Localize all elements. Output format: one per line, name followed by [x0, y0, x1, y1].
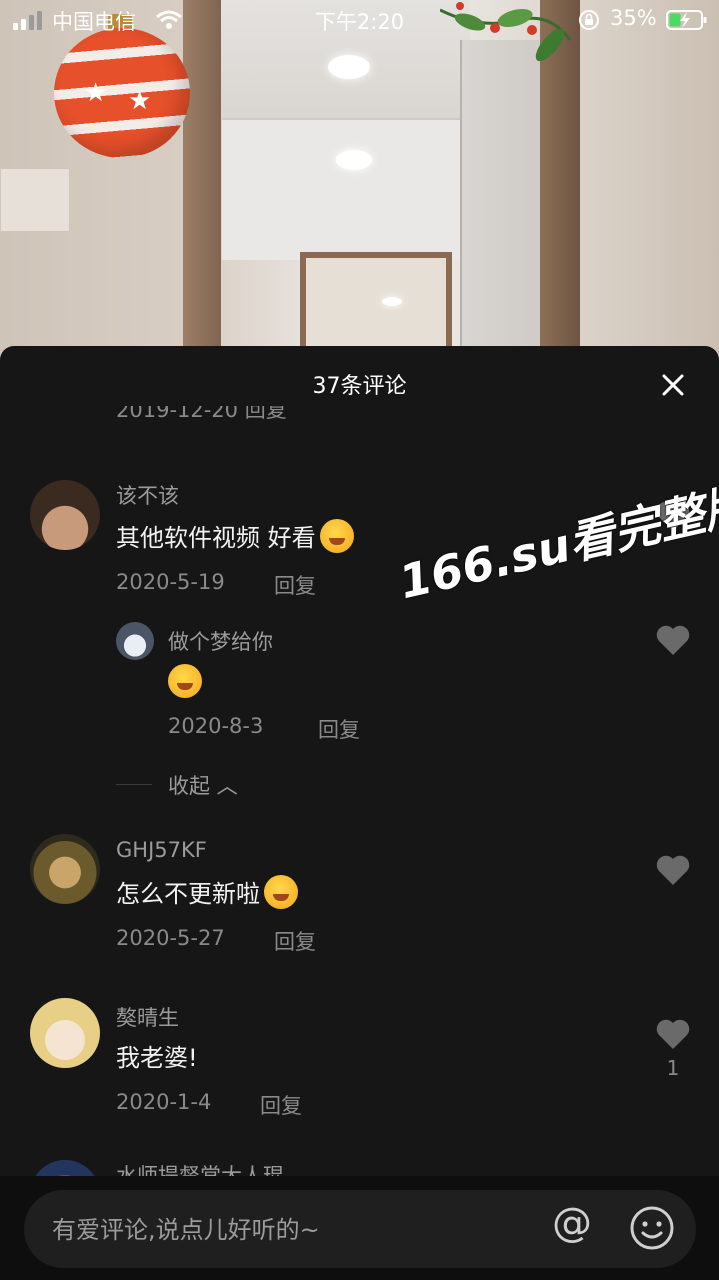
close-icon[interactable]: [656, 368, 690, 402]
heart-icon[interactable]: [655, 624, 691, 656]
collapse-replies-button[interactable]: 收起 ︿: [168, 770, 238, 800]
reply-text: [168, 664, 202, 698]
status-bar: 中国电信 下午2:20 35%: [0, 0, 719, 40]
corridor-light: [382, 297, 402, 306]
previous-comment-meta: 2019-12-20 回复: [116, 406, 287, 422]
comment-date: 2020-5-27: [116, 926, 225, 950]
avatar[interactable]: [116, 622, 154, 660]
at-icon[interactable]: @: [552, 1200, 592, 1246]
avatar[interactable]: [30, 834, 100, 904]
wall-poster: [0, 168, 70, 232]
comment-text: 其他软件视频 好看: [116, 518, 354, 553]
comments-sheet: 37条评论 2019-12-20 回复 该不该 其他软件视频 好看 2020-5…: [0, 346, 719, 1280]
comment-date: 2020-5-19: [116, 570, 225, 594]
christmas-ornament-sticker: ★ ★: [54, 28, 190, 158]
chevron-up-icon: ︿: [210, 774, 238, 798]
reply-button[interactable]: 回复: [274, 570, 316, 600]
collapse-divider: [116, 784, 152, 785]
heart-icon[interactable]: [655, 854, 691, 886]
avatar[interactable]: [30, 998, 100, 1068]
ceiling-lamp: [336, 150, 372, 170]
glass-partition: [460, 40, 542, 360]
comment-text: 我老婆!: [116, 1044, 198, 1072]
reply-button[interactable]: 回复: [318, 714, 360, 744]
battery-percent: 35%: [610, 6, 657, 30]
star-icon: ★: [84, 78, 108, 108]
comment-count-title: 37条评论: [312, 374, 407, 399]
heart-icon[interactable]: [655, 1018, 691, 1050]
star-icon: ★: [128, 86, 152, 116]
reply-date: 2020-8-3: [168, 714, 264, 738]
flushed-face-emoji: [264, 875, 298, 909]
wooden-pillar-left: [183, 0, 221, 360]
smiley-icon[interactable]: [629, 1205, 675, 1251]
reply-button[interactable]: 回复: [274, 926, 316, 956]
avatar[interactable]: [30, 480, 100, 550]
corridor-doorway: [300, 252, 452, 360]
comment-input-placeholder[interactable]: 有爱评论,说点儿好听的~: [52, 1210, 320, 1245]
comment-username[interactable]: GHJ57KF: [116, 838, 207, 862]
video-background: ★ ★: [0, 0, 719, 360]
rotation-lock-icon: [579, 10, 599, 30]
ceiling-tiles: [222, 118, 468, 260]
comment-username[interactable]: 獒晴生: [116, 1002, 179, 1032]
comment-text: 怎么不更新啦: [116, 874, 298, 909]
pleading-face-emoji: [319, 519, 354, 553]
reply-username[interactable]: 做个梦给你: [168, 626, 273, 656]
reply-button[interactable]: 回复: [260, 1090, 302, 1120]
comment-username[interactable]: 该不该: [116, 480, 179, 510]
like-count: 1: [666, 1056, 680, 1080]
ceiling-lamp: [328, 55, 370, 79]
comment-date: 2020-1-4: [116, 1090, 212, 1114]
battery-charging-icon: [666, 10, 707, 30]
laughing-emoji: [168, 664, 202, 698]
